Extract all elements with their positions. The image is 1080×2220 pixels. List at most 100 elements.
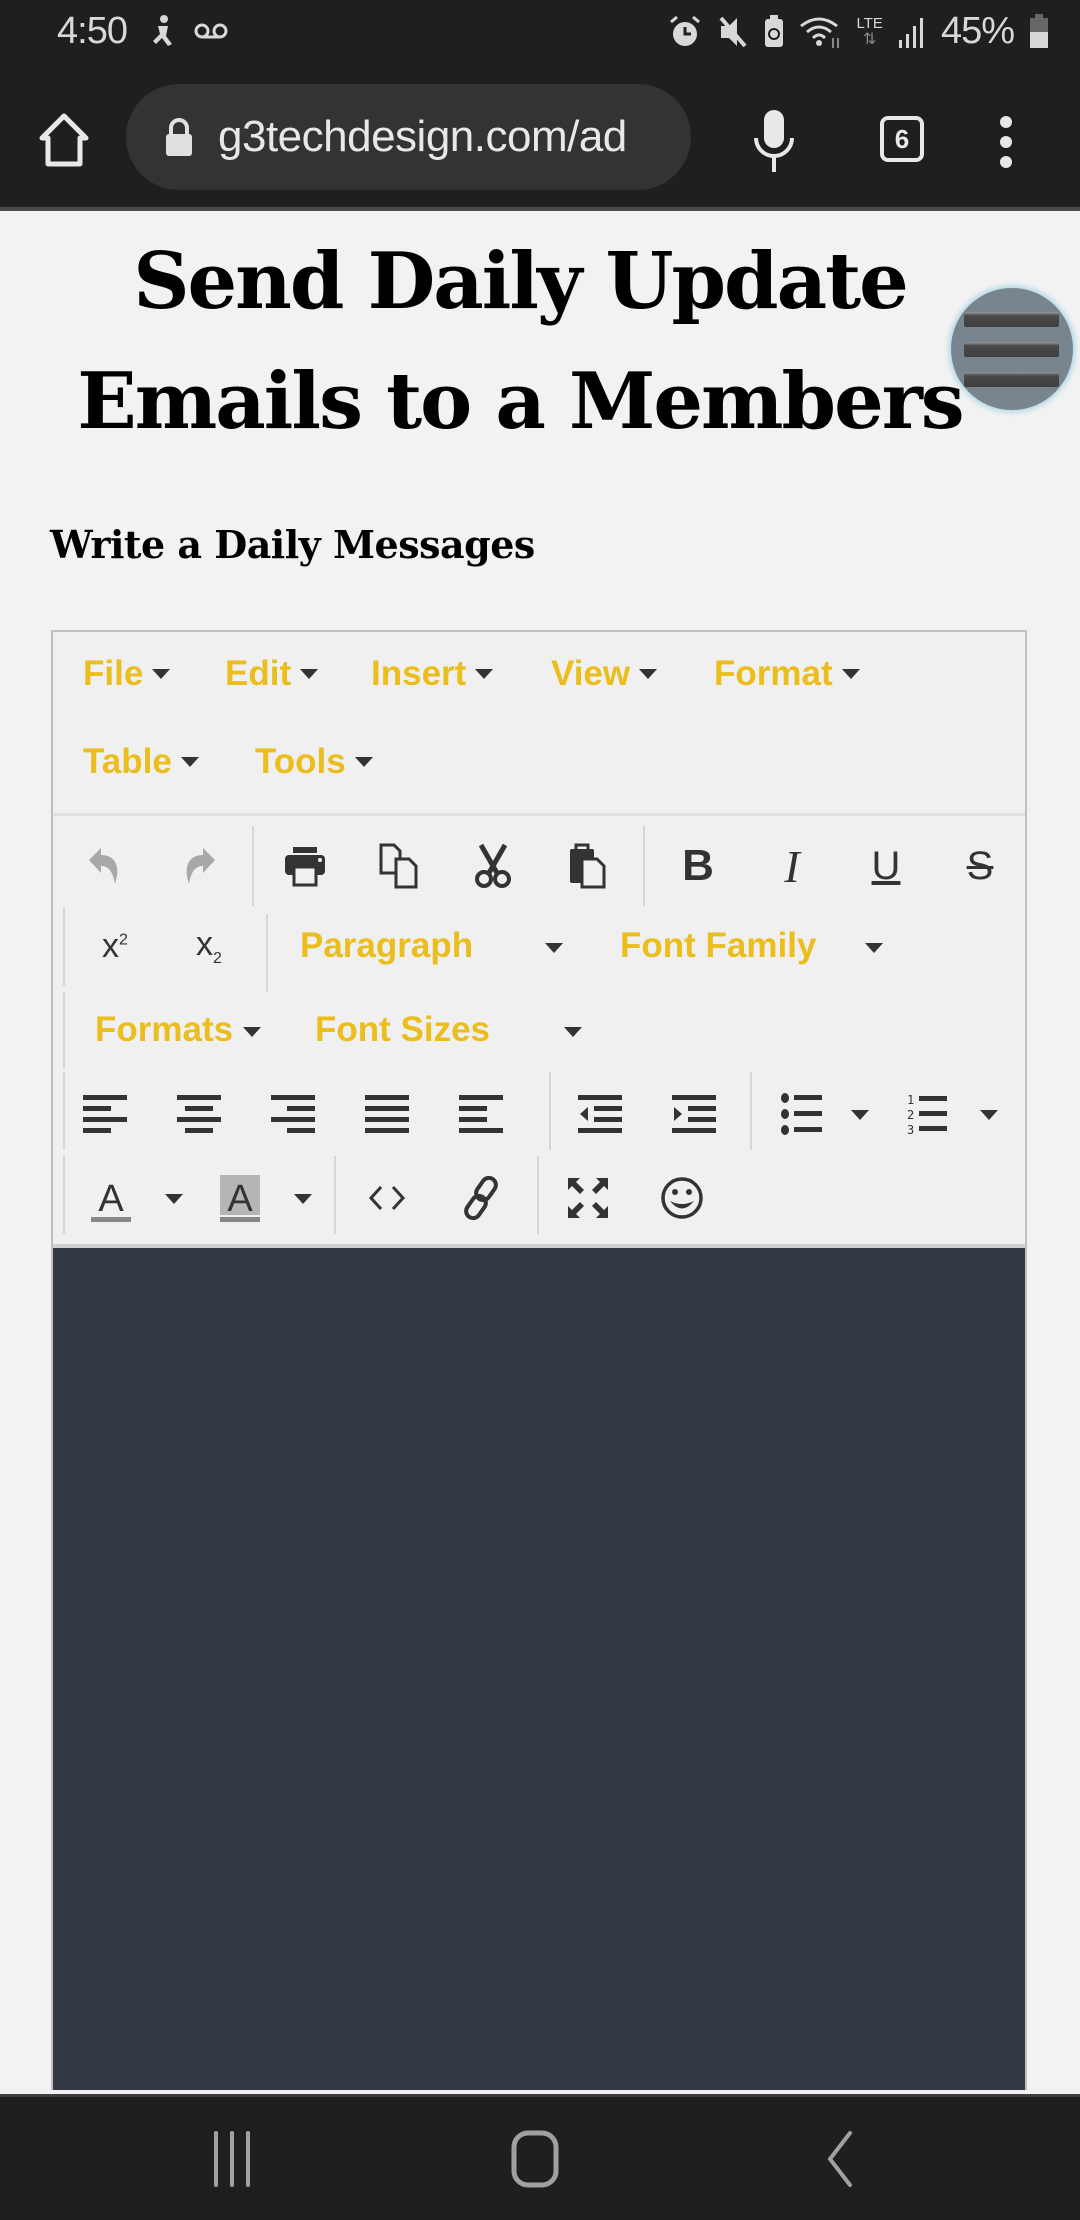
page-title: Send Daily Update Emails to a Members [77,236,964,447]
emoticons-icon [661,1177,703,1219]
recent-apps-icon[interactable] [210,2129,254,2189]
align-left-button[interactable] [73,1082,137,1146]
lte-icon: LTE ⇅ [856,14,883,48]
align-center-icon [177,1095,221,1133]
chevron-down-icon [564,1027,582,1037]
browser-toolbar: g3techdesign.com/ad 6 [0,64,1080,210]
url-text[interactable]: g3techdesign.com/ad [218,112,673,162]
fullscreen-icon [568,1178,608,1218]
copy-icon [379,843,418,889]
menu-table[interactable]: Table [83,742,199,782]
menu-insert[interactable]: Insert [371,654,494,694]
editor-content-area[interactable] [53,1248,1025,2090]
underline-button[interactable]: U [854,834,918,898]
signal-icon [898,17,923,48]
redo-icon [186,848,215,884]
formats-dropdown[interactable]: Formats [95,1010,233,1050]
toolbar-separator [63,992,65,1068]
alarm-icon [669,15,700,46]
subscript-icon: x2 [196,924,222,967]
hamburger-bar [964,342,1059,357]
align-center-button[interactable] [167,1082,231,1146]
toolbar-separator [750,1072,752,1150]
status-bar: 4:50 LTE ⇅ 45% [0,0,1080,64]
subscript-button[interactable]: x2 [177,914,241,978]
block-format-dropdown[interactable]: Paragraph [300,926,473,966]
bullet-list-icon [781,1093,822,1135]
chevron-down-icon [475,669,494,679]
menu-file[interactable]: File [83,654,171,694]
editor-toolbar: B I U S x2 x2 Paragraph Font Family Form… [53,816,1025,1246]
font-family-dropdown[interactable]: Font Family [620,926,816,966]
link-button[interactable] [449,1166,513,1230]
align-left-icon [83,1095,127,1133]
background-color-button[interactable]: A [208,1166,272,1230]
menu-edit[interactable]: Edit [225,654,319,694]
chevron-down-icon [545,943,563,953]
source-code-icon [368,1185,406,1211]
system-navigation-bar [0,2094,1080,2220]
hamburger-bar [964,312,1059,327]
toolbar-separator [252,826,254,906]
cut-button[interactable] [461,834,525,898]
mute-icon [719,16,747,47]
align-justify-button[interactable] [355,1082,419,1146]
chevron-down-icon[interactable] [165,1194,183,1204]
outdent-button[interactable] [568,1082,632,1146]
browser-divider [0,207,1080,211]
back-icon[interactable] [822,2129,856,2189]
strikethrough-button[interactable]: S [948,834,1012,898]
fullscreen-button[interactable] [556,1166,620,1230]
indent-button[interactable] [662,1082,726,1146]
undo-button[interactable] [73,834,137,898]
font-sizes-dropdown[interactable]: Font Sizes [315,1010,490,1050]
bold-button[interactable]: B [666,834,730,898]
link-icon [464,1175,498,1221]
text-color-button[interactable]: A [79,1166,143,1230]
copy-button[interactable] [367,834,431,898]
numbered-list-icon: 123 [907,1093,947,1135]
align-right-button[interactable] [261,1082,325,1146]
wifi-icon [799,17,839,48]
strikethrough-icon: S [966,843,994,888]
print-button[interactable] [273,834,337,898]
chevron-down-icon[interactable] [980,1110,998,1120]
home-nav-icon[interactable] [510,2129,560,2189]
menu-tools[interactable]: Tools [255,742,373,782]
numbered-list-button[interactable]: 123 [897,1082,961,1146]
chevron-down-icon[interactable] [851,1110,869,1120]
align-justify-icon [365,1095,409,1133]
tab-switcher-button[interactable]: 6 [880,116,924,162]
superscript-button[interactable]: x2 [83,914,147,978]
section-heading: Write a Daily Messages [50,522,535,567]
bullet-list-button[interactable] [770,1082,834,1146]
editor-menubar: File Edit Insert View Format Table Tools [53,632,1025,814]
toolbar-separator [63,908,65,986]
svg-text:A: A [98,1178,124,1220]
align-none-button[interactable] [449,1082,513,1146]
paste-button[interactable] [555,834,619,898]
chevron-down-icon [180,757,199,767]
text-color-icon: A [91,1178,131,1222]
hamburger-menu-button[interactable] [951,288,1073,410]
url-bar[interactable]: g3techdesign.com/ad [126,84,691,190]
toolbar-separator [334,1156,336,1234]
voicemail-icon [194,23,228,39]
home-icon[interactable] [36,112,92,168]
battery-saver-icon [764,14,783,47]
redo-button[interactable] [167,834,231,898]
menu-format[interactable]: Format [714,654,860,694]
microphone-icon[interactable] [752,108,796,174]
emoticons-button[interactable] [650,1166,714,1230]
chevron-down-icon[interactable] [294,1194,312,1204]
more-options-icon[interactable] [996,114,1016,170]
toolbar-separator [537,1156,539,1234]
italic-button[interactable]: I [760,834,824,898]
menu-view[interactable]: View [551,654,658,694]
outdent-icon [578,1095,622,1133]
toolbar-separator [266,914,268,992]
source-code-button[interactable] [355,1166,419,1230]
underline-icon: U [871,843,901,888]
chevron-down-icon [243,1027,261,1037]
bold-icon: B [682,841,714,890]
